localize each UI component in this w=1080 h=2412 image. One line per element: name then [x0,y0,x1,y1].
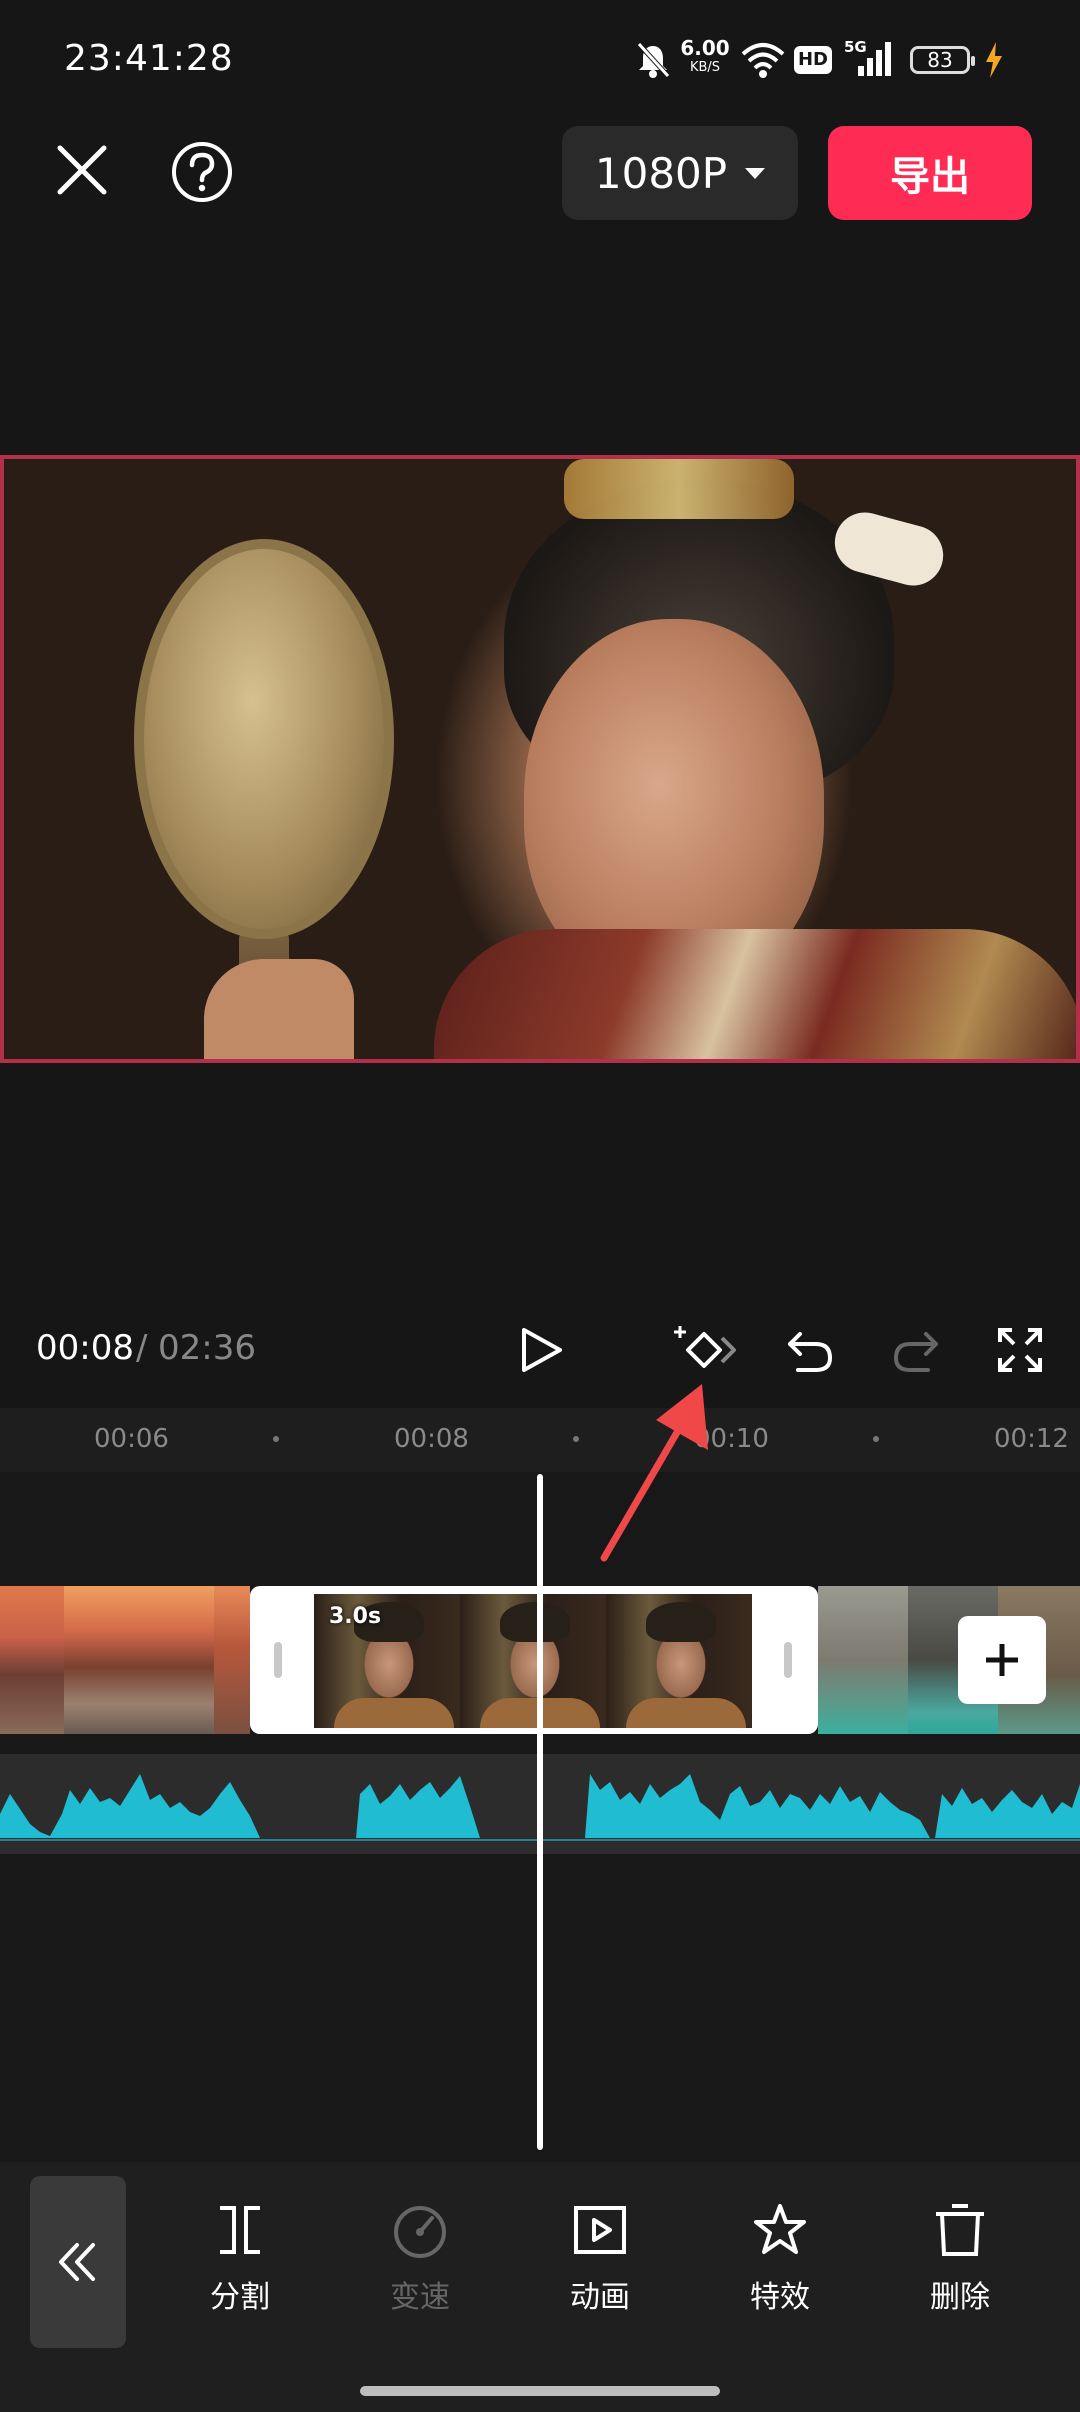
resolution-label: 1080P [594,148,728,198]
effects-icon [754,2204,806,2254]
signal-icon [858,42,891,76]
battery-icon: 83 [910,46,975,74]
preview-mirror [134,539,394,939]
animation-label: 动画 [570,2280,630,2315]
video-clip-previous[interactable] [0,1586,250,1734]
ruler-label: 00:08 [394,1424,469,1454]
preview-hand [204,959,354,1059]
animation-button[interactable]: 动画 [530,2200,670,2330]
delete-label: 删除 [930,2280,990,2315]
ruler-label: 00:06 [94,1424,169,1454]
clip-thumbnail [818,1586,908,1734]
help-icon[interactable] [170,140,234,204]
ruler-dot [273,1436,279,1442]
clip-trim-handle-right[interactable] [784,1642,792,1678]
double-chevron-left-icon [59,2243,95,2281]
undo-icon[interactable] [778,1318,842,1382]
redo-icon[interactable] [884,1318,948,1382]
split-icon [220,2206,260,2254]
network-speed-value: 6.00 [680,36,730,60]
speed-icon [394,2206,446,2258]
clip-thumbnail [64,1586,214,1734]
ruler-dot [573,1436,579,1442]
wifi-icon [741,43,785,78]
ruler-label: 00:12 [994,1424,1069,1454]
ruler-dot [873,1436,879,1442]
playhead[interactable] [537,1474,543,2150]
split-button[interactable]: 分割 [170,2200,310,2330]
home-indicator[interactable] [360,2386,720,2396]
annotation-arrow-icon [600,1384,708,1562]
clip-duration-badge: 3.0s [329,1604,382,1629]
clip-thumbnail [460,1594,606,1728]
effects-label: 特效 [750,2280,810,2315]
plus-icon [986,1644,1018,1676]
bell-muted-icon [637,42,670,78]
toolbar-back-button[interactable] [30,2176,126,2348]
video-preview[interactable] [0,455,1080,1063]
effects-button[interactable]: 特效 [710,2200,850,2330]
split-label: 分割 [210,2280,270,2315]
speed-button[interactable]: 变速 [350,2200,490,2330]
preview-ornament [564,459,794,519]
fullscreen-icon[interactable] [988,1318,1052,1382]
keyframe-icon[interactable] [670,1318,740,1382]
delete-button[interactable]: 删除 [890,2200,1030,2330]
add-clip-button[interactable] [958,1616,1046,1704]
clip-thumbnail [0,1586,64,1734]
speed-label: 变速 [390,2280,450,2315]
preview-robe [434,929,1076,1059]
clip-trim-handle-left[interactable] [274,1642,282,1678]
current-time: 00:08 [36,1328,134,1368]
animation-icon [574,2206,626,2254]
chevron-down-icon [745,167,766,179]
close-icon[interactable] [52,140,112,200]
clip-thumbnail [214,1586,250,1734]
status-time: 23:41:28 [64,38,234,79]
network-speed-unit: KB/S [689,60,721,75]
hd-icon: HD [794,46,832,74]
total-time: 02:36 [158,1328,256,1368]
delete-icon [936,2204,984,2256]
export-button[interactable]: 导出 [828,126,1032,220]
charging-icon [986,42,1002,78]
play-icon[interactable] [508,1318,572,1382]
resolution-dropdown[interactable]: 1080P [562,126,798,220]
clip-thumbnail [606,1594,752,1728]
network-speed: 6.00 KB/S [675,38,735,78]
time-separator: / [136,1328,148,1368]
